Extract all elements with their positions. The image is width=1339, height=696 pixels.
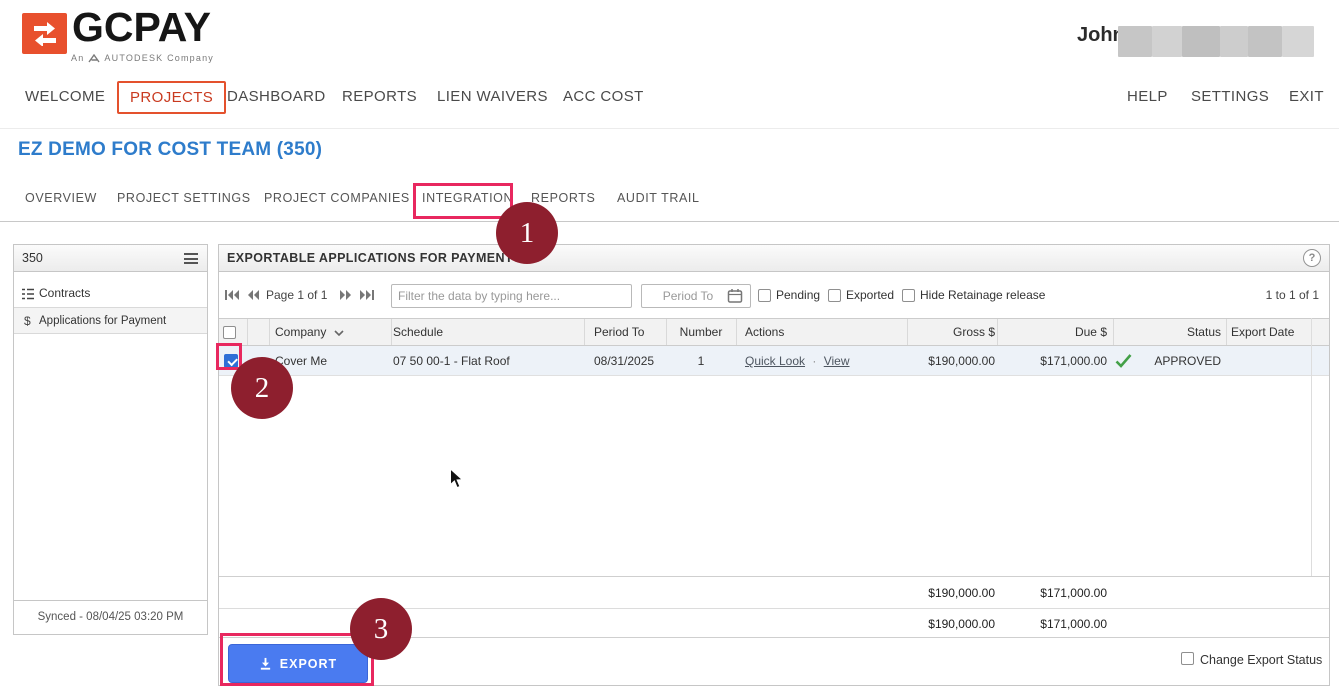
sidebar-title: 350 [22,245,43,271]
col-period-to[interactable]: Period To [594,319,644,346]
panel-header: EXPORTABLE APPLICATIONS FOR PAYMENT ? [219,245,1329,272]
tab-project-companies[interactable]: PROJECT COMPANIES [264,191,410,205]
page-indicator: Page 1 of 1 [266,288,327,302]
sidebar-item-label: Contracts [39,280,90,307]
change-export-status-label: Change Export Status [1200,653,1322,667]
totals-row-page: $190,000.00 $171,000.00 [219,576,1329,608]
exported-checkbox[interactable] [828,289,841,302]
dollar-icon: $ [24,308,31,335]
table-row[interactable]: Cover Me 07 50 00-1 - Flat Roof 08/31/20… [219,346,1329,376]
help-icon[interactable]: ? [1303,249,1321,267]
view-link[interactable]: View [824,354,850,368]
grand-total-due: $171,000.00 [999,609,1107,639]
exchange-arrows-icon [31,22,59,46]
export-button[interactable]: EXPORT [228,644,368,683]
status-badge: APPROVED [1154,346,1221,376]
tab-project-settings[interactable]: PROJECT SETTINGS [117,191,251,205]
gcpay-app: GCPAY An AUTODESK Company John WELCOME P… [0,0,1339,696]
panel-title: EXPORTABLE APPLICATIONS FOR PAYMENT [227,245,513,271]
nav-welcome[interactable]: WELCOME [25,88,105,105]
nav-exit[interactable]: EXIT [1289,88,1324,105]
col-company-label: Company [275,325,326,339]
exported-label: Exported [846,288,894,302]
contracts-list-icon [21,288,35,300]
project-tabs: OVERVIEW PROJECT SETTINGS PROJECT COMPAN… [0,175,1339,222]
sidebar-item-label: Applications for Payment [39,308,166,335]
col-company[interactable]: Company [275,319,344,346]
cell-actions: Quick Look · View [745,346,850,376]
tagline-suffix: AUTODESK Company [104,53,214,63]
grid-scroll-gutter [1311,318,1312,576]
nav-help[interactable]: HELP [1127,88,1168,105]
pager-last-icon[interactable] [359,288,375,306]
total-gross: $190,000.00 [909,577,995,609]
project-title: EZ DEMO FOR COST TEAM (350) [18,139,322,161]
filter-input[interactable] [391,284,632,308]
cell-status: APPROVED [1115,346,1221,376]
gcpay-logo-icon[interactable] [22,13,67,54]
tagline-prefix: An [71,53,84,63]
cell-period-to: 08/31/2025 [594,346,654,376]
nav-acc-cost[interactable]: ACC COST [563,88,644,105]
sidebar-header: 350 [14,245,207,272]
totals-row-grand: $190,000.00 $171,000.00 [219,608,1329,638]
autodesk-logo-icon [88,54,100,63]
change-export-status-checkbox[interactable] [1181,652,1194,665]
action-separator: · [812,354,816,368]
sidebar-item-contracts[interactable]: Contracts [14,280,207,307]
gcpay-logo-text[interactable]: GCPAY [72,4,211,51]
nav-settings[interactable]: SETTINGS [1191,88,1269,105]
nav-dashboard[interactable]: DASHBOARD [227,88,326,105]
pending-label: Pending [776,288,820,302]
cell-schedule: 07 50 00-1 - Flat Roof [393,346,510,376]
pager-first-icon[interactable] [224,288,240,306]
pending-checkbox[interactable] [758,289,771,302]
pager-next-icon[interactable] [339,288,353,306]
tab-audit-trail[interactable]: AUDIT TRAIL [617,191,700,205]
col-number[interactable]: Number [666,319,736,346]
sort-chevron-down-icon[interactable] [334,330,344,336]
col-due[interactable]: Due $ [999,319,1107,346]
row-checkbox[interactable] [224,354,238,368]
cell-due: $171,000.00 [999,346,1107,376]
cell-number: 1 [666,346,736,376]
total-due: $171,000.00 [999,577,1107,609]
tab-overview[interactable]: OVERVIEW [25,191,97,205]
col-actions[interactable]: Actions [745,319,784,346]
autodesk-tagline: An AUTODESK Company [71,53,214,63]
top-navigation: WELCOME PROJECTS DASHBOARD REPORTS LIEN … [0,70,1339,129]
export-button-label: EXPORT [280,657,337,671]
pager-prev-icon[interactable] [246,288,260,306]
approved-check-icon [1115,354,1132,368]
contract-sidebar-panel: 350 Contracts $ Applications for Payment… [13,244,208,635]
exportable-applications-panel: EXPORTABLE APPLICATIONS FOR PAYMENT ? Pa… [218,244,1330,686]
nav-projects[interactable]: PROJECTS [117,81,226,114]
tab-integration[interactable]: INTEGRATION [422,191,513,205]
nav-lien-waivers[interactable]: LIEN WAIVERS [437,88,548,105]
grand-total-gross: $190,000.00 [909,609,995,639]
col-schedule[interactable]: Schedule [393,319,443,346]
hide-retainage-checkbox[interactable] [902,289,915,302]
col-status[interactable]: Status [1115,319,1221,346]
download-icon [259,657,272,670]
cell-gross: $190,000.00 [909,346,995,376]
nav-reports[interactable]: REPORTS [342,88,417,105]
quick-look-link[interactable]: Quick Look [745,354,805,368]
redacted-user-surname [1118,26,1314,57]
cell-company: Cover Me [275,346,327,376]
sidebar-menu-icon[interactable] [184,253,198,264]
tab-reports[interactable]: REPORTS [531,191,595,205]
col-export-date[interactable]: Export Date [1231,319,1294,346]
select-all-checkbox[interactable] [223,326,236,339]
hide-retainage-label: Hide Retainage release [920,288,1045,302]
calendar-icon[interactable] [727,288,743,308]
table-header-row: Company Schedule Period To Number Action… [219,318,1329,346]
col-gross[interactable]: Gross $ [909,319,995,346]
record-range: 1 to 1 of 1 [1266,288,1319,302]
panel-footer: EXPORT Change Export Status [219,638,1329,685]
sync-status: Synced - 08/04/25 03:20 PM [14,600,207,634]
sidebar-item-applications-for-payment[interactable]: $ Applications for Payment [14,307,207,334]
